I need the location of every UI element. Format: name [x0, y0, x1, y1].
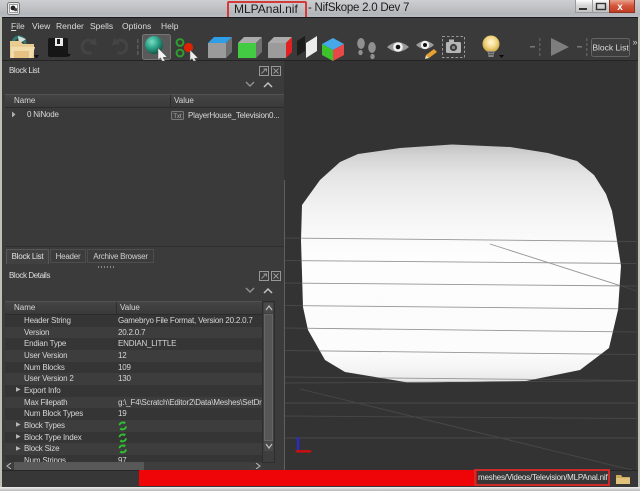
svg-text:x: x — [617, 2, 623, 13]
svg-text:Block List: Block List — [592, 43, 629, 53]
svg-text:»: » — [632, 37, 637, 47]
svg-text:Txt: Txt — [173, 114, 182, 120]
